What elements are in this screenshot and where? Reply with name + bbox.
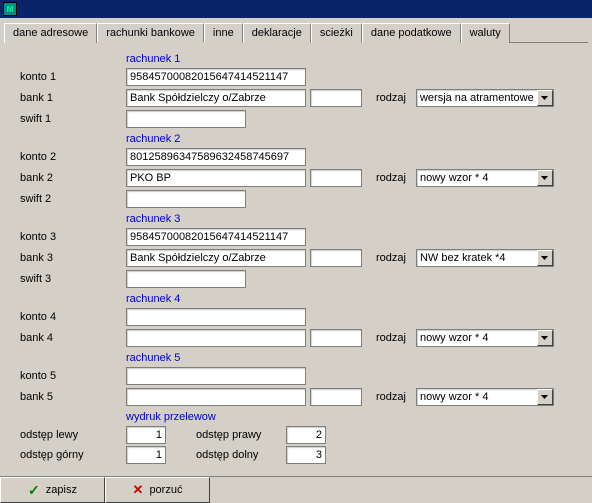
swift-label-1: swift 1 bbox=[6, 113, 126, 125]
chevron-down-icon bbox=[537, 90, 553, 106]
rodzaj-label-5: rodzaj bbox=[376, 391, 406, 403]
app-icon: M bbox=[3, 2, 17, 16]
konto-input-3[interactable] bbox=[126, 228, 306, 246]
titlebar: M bbox=[0, 0, 592, 18]
konto-label-3: konto 3 bbox=[6, 231, 126, 243]
konto-input-5[interactable] bbox=[126, 367, 306, 385]
print-header: wydruk przelewow bbox=[126, 411, 586, 423]
x-icon: ✕ bbox=[133, 482, 144, 498]
chevron-down-icon bbox=[537, 250, 553, 266]
account-header-2: rachunek 2 bbox=[126, 133, 586, 145]
account-header-3: rachunek 3 bbox=[126, 213, 586, 225]
print-top-label: odstęp górny bbox=[20, 449, 126, 461]
cancel-button-label: porzuć bbox=[149, 484, 182, 496]
rodzaj-value-2: nowy wzor * 4 bbox=[417, 172, 537, 184]
bank2-input-2[interactable] bbox=[310, 169, 362, 187]
tab-bar: dane adresowerachunki bankoweinnedeklara… bbox=[4, 22, 588, 43]
rodzaj-select-2[interactable]: nowy wzor * 4 bbox=[416, 169, 554, 187]
bank-label-2: bank 2 bbox=[6, 172, 126, 184]
rodzaj-value-5: nowy wzor * 4 bbox=[417, 391, 537, 403]
swift-input-3[interactable] bbox=[126, 270, 246, 288]
konto-input-4[interactable] bbox=[126, 308, 306, 326]
rodzaj-value-1: wersja na atramentowe c bbox=[417, 92, 537, 104]
bank2-input-3[interactable] bbox=[310, 249, 362, 267]
save-button-label: zapisz bbox=[46, 484, 77, 496]
bank-label-1: bank 1 bbox=[6, 92, 126, 104]
print-left-label: odstęp lewy bbox=[20, 429, 126, 441]
account-header-5: rachunek 5 bbox=[126, 352, 586, 364]
save-button[interactable]: ✓ zapisz bbox=[0, 477, 105, 503]
tab-content: rachunek 1konto 1 bank 1 rodzaj wersja na a… bbox=[0, 43, 592, 465]
swift-label-2: swift 2 bbox=[6, 193, 126, 205]
rodzaj-value-4: nowy wzor * 4 bbox=[417, 332, 537, 344]
bank-input-4[interactable] bbox=[126, 329, 306, 347]
rodzaj-select-5[interactable]: nowy wzor * 4 bbox=[416, 388, 554, 406]
swift-input-1[interactable] bbox=[126, 110, 246, 128]
rodzaj-select-4[interactable]: nowy wzor * 4 bbox=[416, 329, 554, 347]
tab-deklaracje[interactable]: deklaracje bbox=[243, 23, 311, 43]
bank-input-1[interactable] bbox=[126, 89, 306, 107]
account-header-1: rachunek 1 bbox=[126, 53, 586, 65]
print-left-input[interactable] bbox=[126, 426, 166, 444]
bank-input-3[interactable] bbox=[126, 249, 306, 267]
bank2-input-5[interactable] bbox=[310, 388, 362, 406]
rodzaj-label-3: rodzaj bbox=[376, 252, 406, 264]
bank2-input-4[interactable] bbox=[310, 329, 362, 347]
swift-input-2[interactable] bbox=[126, 190, 246, 208]
tab-rachunki-bankowe[interactable]: rachunki bankowe bbox=[97, 23, 204, 43]
konto-label-2: konto 2 bbox=[6, 151, 126, 163]
rodzaj-select-3[interactable]: NW bez kratek *4 bbox=[416, 249, 554, 267]
check-icon: ✓ bbox=[28, 482, 40, 499]
bank-label-5: bank 5 bbox=[6, 391, 126, 403]
bank-label-4: bank 4 bbox=[6, 332, 126, 344]
rodzaj-select-1[interactable]: wersja na atramentowe c bbox=[416, 89, 554, 107]
print-bottom-label: odstęp dolny bbox=[196, 449, 286, 461]
chevron-down-icon bbox=[537, 330, 553, 346]
konto-input-1[interactable] bbox=[126, 68, 306, 86]
chevron-down-icon bbox=[537, 389, 553, 405]
tab-waluty[interactable]: waluty bbox=[461, 23, 510, 43]
konto-input-2[interactable] bbox=[126, 148, 306, 166]
button-bar: ✓ zapisz ✕ porzuć bbox=[0, 476, 592, 503]
konto-label-1: konto 1 bbox=[6, 71, 126, 83]
tab-scieżki[interactable]: scieżki bbox=[311, 23, 362, 43]
tab-dane-podatkowe[interactable]: dane podatkowe bbox=[362, 23, 461, 43]
tab-inne[interactable]: inne bbox=[204, 23, 243, 43]
print-bottom-input[interactable] bbox=[286, 446, 326, 464]
cancel-button[interactable]: ✕ porzuć bbox=[105, 477, 210, 503]
rodzaj-label-4: rodzaj bbox=[376, 332, 406, 344]
bank-input-5[interactable] bbox=[126, 388, 306, 406]
bank-label-3: bank 3 bbox=[6, 252, 126, 264]
account-header-4: rachunek 4 bbox=[126, 293, 586, 305]
swift-label-3: swift 3 bbox=[6, 273, 126, 285]
tab-dane-adresowe[interactable]: dane adresowe bbox=[4, 23, 97, 43]
rodzaj-value-3: NW bez kratek *4 bbox=[417, 252, 537, 264]
rodzaj-label-2: rodzaj bbox=[376, 172, 406, 184]
rodzaj-label-1: rodzaj bbox=[376, 92, 406, 104]
bank-input-2[interactable] bbox=[126, 169, 306, 187]
konto-label-5: konto 5 bbox=[6, 370, 126, 382]
print-right-label: odstęp prawy bbox=[196, 429, 286, 441]
konto-label-4: konto 4 bbox=[6, 311, 126, 323]
print-right-input[interactable] bbox=[286, 426, 326, 444]
bank2-input-1[interactable] bbox=[310, 89, 362, 107]
chevron-down-icon bbox=[537, 170, 553, 186]
print-top-input[interactable] bbox=[126, 446, 166, 464]
